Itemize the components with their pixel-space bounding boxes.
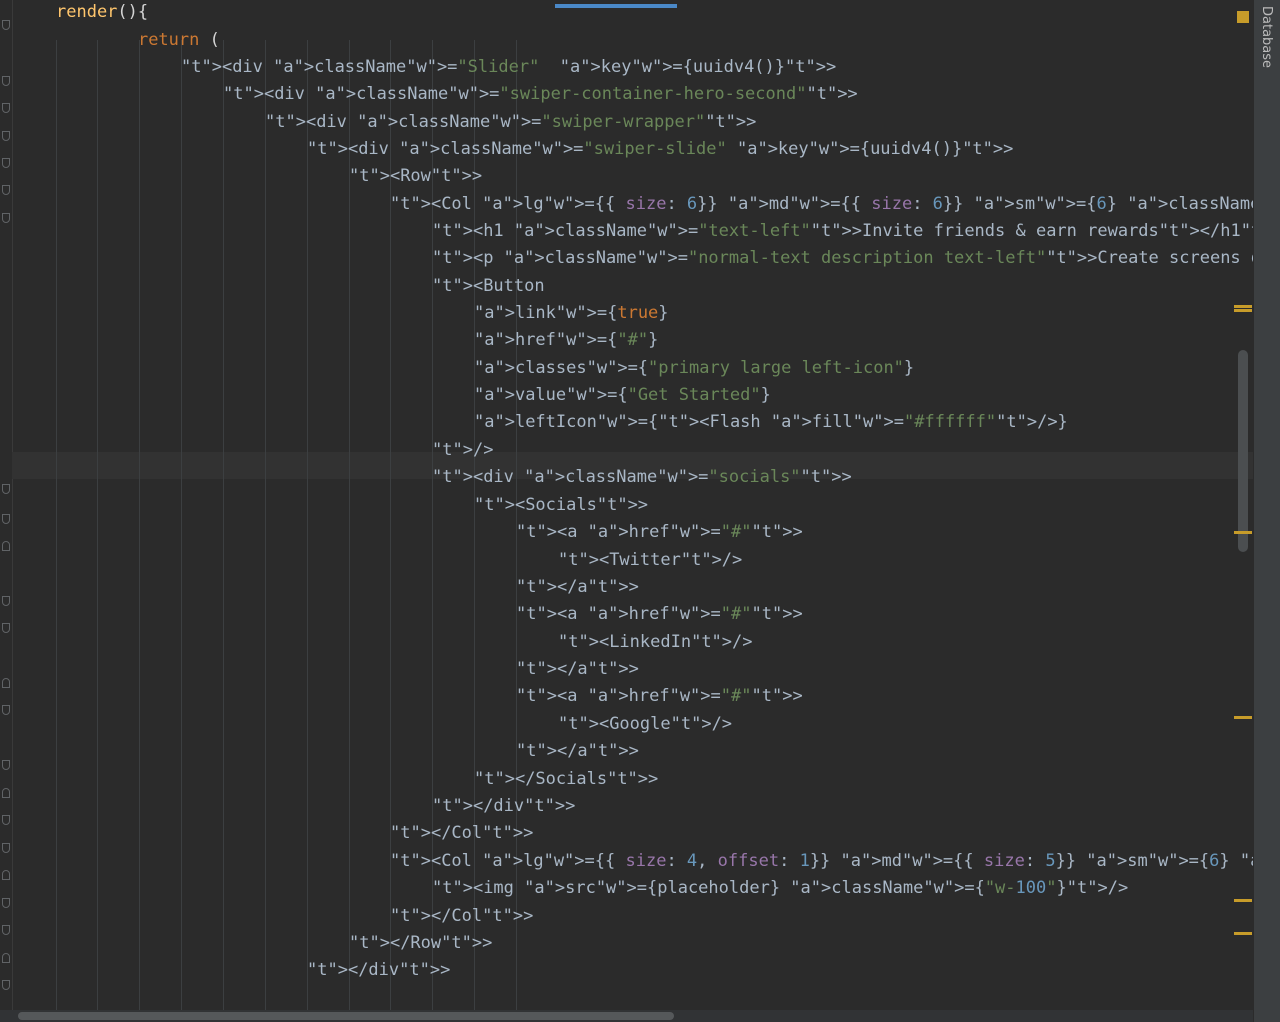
indent-guide [56,40,57,1010]
warning-marker[interactable] [1234,932,1252,935]
fold-icon[interactable] [2,484,10,494]
warning-marker[interactable] [1234,531,1252,534]
code-line[interactable]: "t"><LinkedIn"t">/> [558,629,753,656]
code-line[interactable]: "t"><div "a">className"w">="swiper-wrapp… [265,109,756,136]
fold-icon[interactable] [2,131,10,141]
code-line[interactable]: "t"></a"t">> [516,738,639,765]
fold-icon[interactable] [2,898,10,908]
indent-guide [265,40,266,1010]
indent-guide [139,40,140,1010]
inspection-status-icon[interactable] [1237,11,1249,23]
warning-marker[interactable] [1234,716,1252,719]
fold-icon[interactable] [2,980,10,990]
database-tool-tab[interactable]: Database [1258,6,1274,76]
code-line[interactable]: "a">value"w">={"Get Started"} [474,382,771,409]
code-line[interactable]: "t"><Twitter"t">/> [558,547,742,574]
fold-icon[interactable] [2,843,10,853]
code-line[interactable]: "t"></a"t">> [516,574,639,601]
fold-icon[interactable] [2,514,10,524]
fold-icon[interactable] [2,678,10,688]
horizontal-scrollbar[interactable] [18,1012,674,1020]
code-line[interactable]: "a">leftIcon"w">={"t"><Flash "a">fill"w"… [474,409,1068,436]
indent-guide [97,40,98,1010]
code-editor[interactable]: render(){ return ("t"><div "a">className… [0,0,1253,1010]
code-line[interactable]: "a">link"w">={true} [474,300,669,327]
fold-icon[interactable] [2,596,10,606]
code-line[interactable]: "a">href"w">={"#"} [474,327,658,354]
code-line[interactable]: "t"></Col"t">> [390,903,533,930]
right-tool-strip [1253,0,1280,1022]
code-line[interactable]: "t"></div"t">> [432,793,575,820]
code-line[interactable]: "t"></Socials"t">> [474,766,658,793]
fold-icon[interactable] [2,76,10,86]
code-line[interactable]: "t">/> [432,437,493,464]
fold-icon[interactable] [2,103,10,113]
code-line[interactable]: render(){ [56,0,148,26]
code-line[interactable]: "t"><p "a">className"w">="normal-text de… [432,245,1253,272]
fold-icon[interactable] [2,20,10,30]
code-line[interactable]: "t"><img "a">src"w">={placeholder} "a">c… [432,875,1128,902]
fold-icon[interactable] [2,158,10,168]
fold-icon[interactable] [2,185,10,195]
code-line[interactable]: return ( [97,27,220,54]
fold-icon[interactable] [2,788,10,798]
active-tab-indicator [555,4,677,8]
fold-icon[interactable] [2,815,10,825]
code-line[interactable]: "t"><a "a">href"w">="#""t">> [516,601,803,628]
code-line[interactable]: "t"><div "a">className"w">="Slider" "a">… [181,54,836,81]
code-line[interactable]: "t"><div "a">className"w">="socials""t">… [432,464,852,491]
indent-guide [223,40,224,1010]
code-line[interactable]: "t"><Button [432,273,545,300]
fold-icon[interactable] [2,870,10,880]
warning-marker[interactable] [1234,899,1252,902]
code-line[interactable]: "t"><Google"t">/> [558,711,732,738]
warning-marker[interactable] [1234,305,1252,308]
fold-gutter[interactable] [0,0,13,1010]
code-line[interactable]: "t"></div"t">> [307,957,450,984]
code-line[interactable]: "t"><Col "a">lg"w">={{ size: 6}} "a">md"… [390,191,1253,218]
fold-icon[interactable] [2,760,10,770]
code-line[interactable]: "t"></Col"t">> [390,820,533,847]
vertical-scrollbar[interactable] [1238,350,1248,552]
code-line[interactable]: "t"><div "a">className"w">="swiper-slide… [307,136,1013,163]
code-line[interactable]: "a">classes"w">={"primary large left-ico… [474,355,914,382]
code-line[interactable]: "t"></a"t">> [516,656,639,683]
fold-icon[interactable] [2,953,10,963]
fold-icon[interactable] [2,213,10,223]
code-line[interactable]: "t"><a "a">href"w">="#""t">> [516,519,803,546]
fold-icon[interactable] [2,541,10,551]
code-line[interactable]: "t"><Socials"t">> [474,492,648,519]
fold-icon[interactable] [2,705,10,715]
warning-marker[interactable] [1234,309,1252,312]
indent-guide [181,40,182,1010]
code-line[interactable]: "t"></Row"t">> [349,930,492,957]
indent-guide [307,40,308,1010]
code-line[interactable]: "t"><h1 "a">className"w">="text-left""t"… [432,218,1253,245]
code-line[interactable]: "t"><Col "a">lg"w">={{ size: 4, offset: … [390,848,1253,875]
code-line[interactable]: "t"><Row"t">> [349,163,482,190]
code-line[interactable]: "t"><div "a">className"w">="swiper-conta… [223,81,858,108]
fold-icon[interactable] [2,623,10,633]
code-line[interactable]: "t"><a "a">href"w">="#""t">> [516,683,803,710]
fold-icon[interactable] [2,925,10,935]
